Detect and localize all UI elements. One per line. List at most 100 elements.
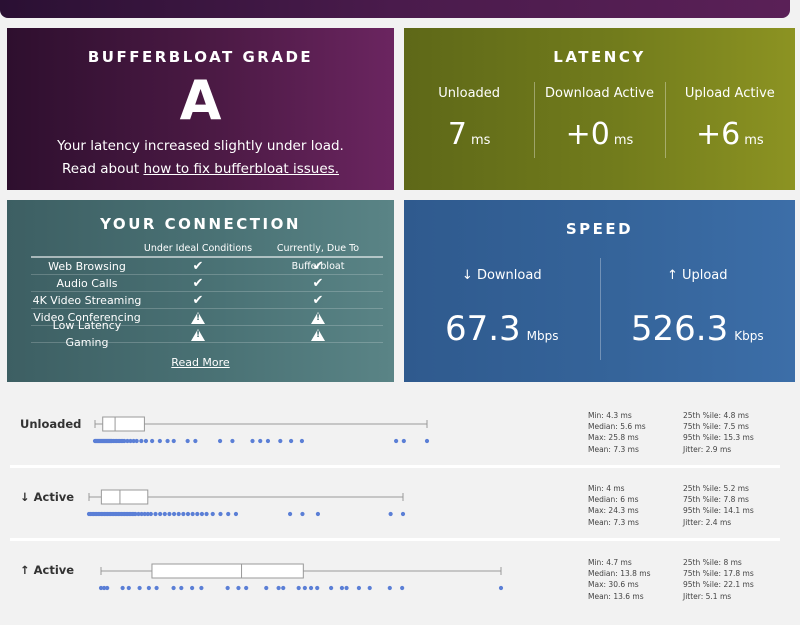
sample-point [308,585,314,591]
iqr-box [100,489,149,505]
sample-point [226,511,231,517]
sample-point [179,585,184,591]
connection-table: Under Ideal Conditions Currently, Due To… [31,240,383,349]
ideal-status [143,326,253,343]
sample-point [162,511,167,517]
header-current: Currently, Due To Bufferbloat [276,243,360,272]
current-status [253,326,383,343]
latency-value: +6 [695,117,741,152]
sample-point [296,585,301,591]
current-status: ✔ [253,275,383,292]
stat-p75: 75th %ile: 17.8 ms [683,569,754,579]
stat-mean: Mean: 13.6 ms [588,591,644,601]
sample-point [218,511,223,517]
sample-point [278,438,283,444]
sample-point [137,585,142,591]
stat-median: Median: 6 ms [588,495,639,505]
latency-unloaded: Unloaded 7 ms [404,72,534,167]
stat-p25: 25th %ile: 5.2 ms [683,484,749,493]
warning-icon [191,311,205,324]
latency-label: Upload Active [684,86,775,101]
check-icon: ✔ [192,275,204,291]
check-icon: ✔ [312,292,324,308]
sample-point [185,511,191,517]
speed-title: SPEED [565,220,634,238]
connection-row: Web Browsing ✔ ✔ [31,258,383,275]
stat-max: Max: 25.8 ms [588,433,639,443]
latency-download-active: Download Active +0 ms [534,72,664,167]
sample-point [236,585,241,591]
stat-jitter: Jitter: 5.1 ms [683,591,732,601]
sample-point [498,585,504,591]
latency-value: +0 [565,117,610,152]
sample-point [424,438,430,444]
grade-read-line: Read about how to fix bufferbloat issues… [7,161,394,177]
top-banner [0,0,800,20]
stat-p75: 75th %ile: 7.8 ms [683,495,749,505]
sample-point [193,438,198,444]
sample-point [134,438,139,444]
sample-point [387,585,392,591]
upload-unit: Kbps [734,329,764,343]
check-icon: ✔ [312,275,324,291]
sample-point [139,438,144,444]
distribution-download-active: ↓ Active Min: 4 ms Median: 6 ms Max: 24.… [0,473,780,537]
sample-point [356,585,362,591]
sample-point [400,585,405,591]
fix-bufferbloat-link[interactable]: how to fix bufferbloat issues. [143,161,339,177]
latency-unit: ms [470,133,491,148]
header-ideal: Under Ideal Conditions [143,243,253,254]
distribution-upload-active: ↑ Active Min: 4.7 ms Median: 13.8 ms Max… [0,547,780,617]
current-status [253,309,383,326]
sample-point [225,585,230,591]
sample-point [195,511,200,517]
sample-point [233,511,239,517]
sample-point [199,585,204,591]
sample-point [190,511,195,517]
connection-title: YOUR CONNECTION [100,215,301,233]
stat-p75: 75th %ile: 7.5 ms [683,422,749,432]
stat-mean: Mean: 7.3 ms [588,517,639,527]
latency-unit: ms [744,133,764,148]
sample-point [276,585,281,591]
sample-point [329,585,334,591]
latency-boxplot [98,563,504,591]
stat-p25: 25th %ile: 8 ms [683,558,742,567]
latency-title: LATENCY [553,48,646,66]
sample-point [190,585,195,591]
iqr-box [102,416,145,432]
latency-label: Download Active [545,86,654,101]
sample-point [299,438,305,444]
connection-row: Audio Calls ✔ ✔ [31,275,383,292]
read-more-link[interactable]: Read More [7,356,394,369]
check-icon: ✔ [192,258,204,274]
stats-right: 25th %ile: 4.8 ms 75th %ile: 7.5 ms 95th… [683,410,754,455]
sample-point [281,585,286,591]
sample-point [258,438,263,444]
stat-min: Min: 4.7 ms [588,558,632,567]
stats-left: Min: 4.7 ms Median: 13.8 ms Max: 30.6 ms… [588,557,651,602]
connection-row: Low Latency Gaming [31,319,383,349]
speed-upload: ↑ Upload 526.3 Kbps [599,246,796,366]
ideal-status [143,309,253,326]
latency-label: Unloaded [438,86,501,101]
sample-point [367,585,372,591]
check-icon: ✔ [192,292,204,308]
grade-letter: A [179,69,222,132]
sample-point [244,585,249,591]
sample-point [264,585,269,591]
grade-description: Your latency increased slightly under lo… [57,138,344,154]
check-icon: ✔ [312,258,324,274]
current-status: ✔ [253,292,383,309]
ideal-status: ✔ [143,258,253,275]
speed-card: SPEED ↓ Download 67.3 Mbps ↑ Upload 526.3… [404,200,795,382]
stat-min: Min: 4 ms [588,484,625,493]
warning-icon [191,328,205,341]
sample-point [289,438,294,444]
upload-label: ↑ Upload [666,268,728,283]
sample-point [199,511,205,517]
sample-point [204,511,209,517]
connection-use-case: Web Browsing [48,259,126,273]
sample-point [171,438,176,444]
sample-point [315,585,320,591]
